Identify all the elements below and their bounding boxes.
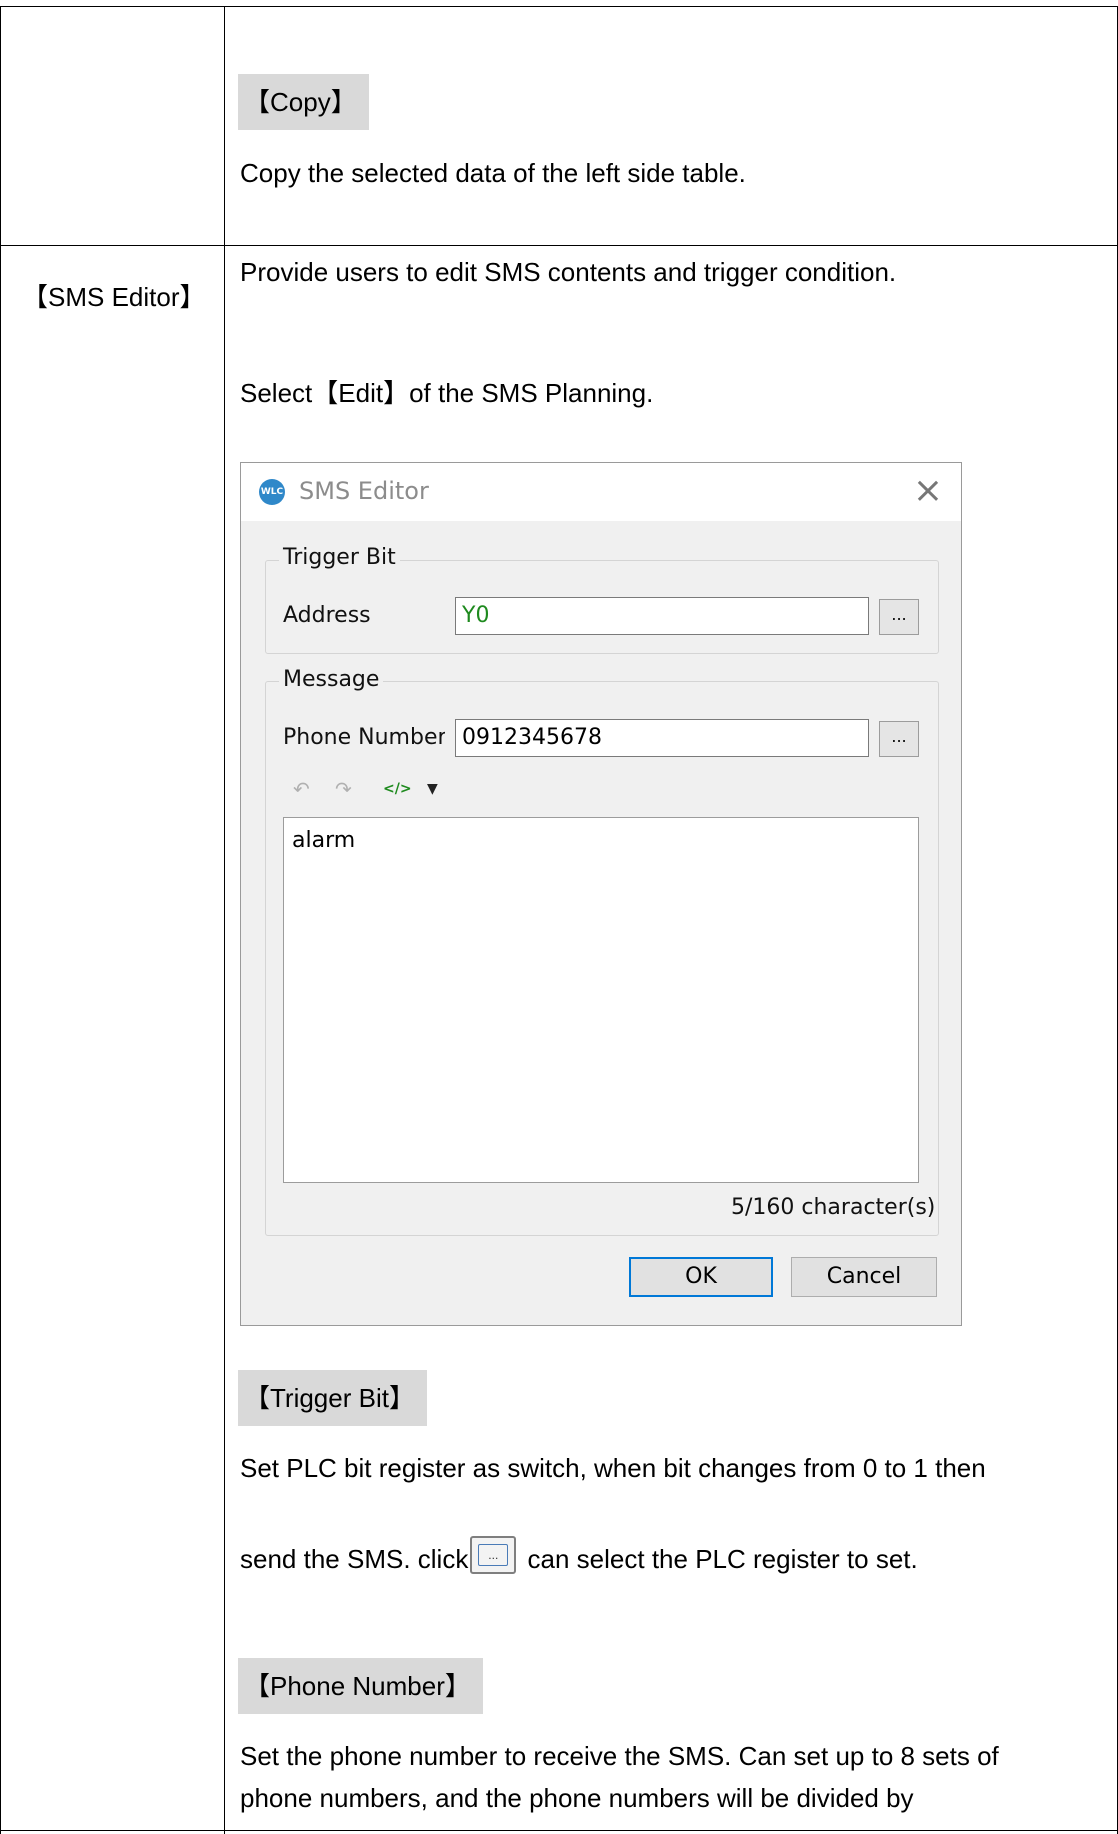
close-icon[interactable]: × [913,471,943,511]
insert-tag-icon[interactable]: </> [383,781,412,797]
copy-tag: 【Copy】 [238,74,369,130]
dialog-title: SMS Editor [299,477,429,505]
app-logo-icon: WLC [259,479,285,505]
trigger-bit-text-1: Set PLC bit register as switch, when bit… [240,1453,986,1483]
table-column-divider [224,6,225,1834]
sms-intro-text: Provide users to edit SMS contents and t… [240,257,897,287]
address-browse-button[interactable]: ... [879,599,919,635]
redo-icon[interactable]: ↷ [335,777,352,801]
trigger-bit-text-2a: send the SMS. click [240,1544,469,1574]
table-top-border [0,6,1118,7]
dialog-title-bar: WLC SMS Editor × [241,463,961,521]
table-bottom-border [0,1830,1118,1831]
sms-editor-row-label: 【SMS Editor】 [22,282,206,312]
phone-number-tag: 【Phone Number】 [238,1658,483,1714]
select-edit-text: Select【Edit】of the SMS Planning. [240,378,654,408]
trigger-bit-text-2: send the SMS. click... can select the PL… [240,1536,918,1575]
message-textarea[interactable]: alarm [283,817,919,1183]
undo-icon[interactable]: ↶ [293,777,310,801]
copy-description: Copy the selected data of the left side … [240,158,746,188]
browse-icon: ... [470,1536,517,1574]
ok-button[interactable]: OK [629,1257,773,1297]
table-row-divider [0,245,1118,246]
phone-browse-button[interactable]: ... [879,721,919,757]
address-input[interactable]: Y0 [455,597,869,635]
phone-number-text-1: Set the phone number to receive the SMS.… [240,1741,999,1771]
character-counter: 5/160 character(s) [731,1195,936,1220]
address-label: Address [283,603,371,628]
sms-editor-dialog: WLC SMS Editor × Trigger Bit Address Y0 … [240,462,962,1326]
trigger-bit-text-2b: can select the PLC register to set. [520,1544,918,1574]
phone-number-label: Phone Number [283,725,445,750]
cancel-button[interactable]: Cancel [791,1257,937,1297]
chevron-down-icon[interactable]: ▼ [427,781,438,797]
trigger-bit-tag: 【Trigger Bit】 [238,1370,427,1426]
phone-number-input[interactable]: 0912345678 [455,719,869,757]
message-legend: Message [279,667,384,692]
table-left-border [0,6,1,1834]
phone-number-text-2: phone numbers, and the phone numbers wil… [240,1783,914,1813]
trigger-bit-legend: Trigger Bit [279,545,400,570]
